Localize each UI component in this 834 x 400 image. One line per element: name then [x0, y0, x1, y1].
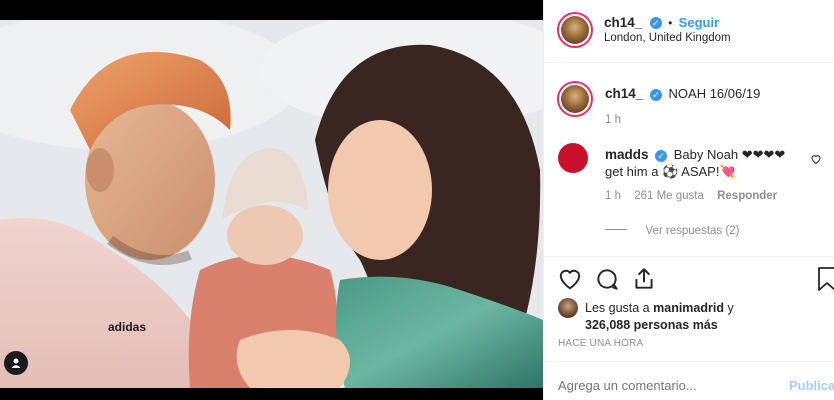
- caption-avatar[interactable]: [557, 81, 593, 117]
- actions-divider: [544, 256, 834, 257]
- comment-box-divider: [544, 361, 834, 362]
- comment-time[interactable]: 1 h: [605, 190, 621, 202]
- family-photo-illustration: [0, 20, 543, 388]
- verified-icon: ✓: [655, 149, 668, 162]
- separator-dot: •: [668, 18, 673, 30]
- verified-icon: ✓: [649, 16, 662, 29]
- user-tag-icon[interactable]: [4, 351, 28, 375]
- comment-like-heart-icon[interactable]: [810, 152, 822, 170]
- comment-icon[interactable]: [594, 266, 620, 297]
- caption-username[interactable]: ch14_: [605, 86, 643, 101]
- reply-button[interactable]: Responder: [717, 190, 777, 202]
- replies-line: [605, 229, 627, 231]
- commenter-username[interactable]: madds: [605, 147, 649, 162]
- heart-icon[interactable]: [557, 266, 583, 297]
- caption-time[interactable]: 1 h: [605, 114, 621, 126]
- liker-avatar[interactable]: [558, 298, 578, 318]
- comment-likes[interactable]: 261 Me gusta: [634, 190, 704, 202]
- follow-button[interactable]: Seguir: [679, 15, 719, 30]
- comment-text-line1: Baby Noah ❤❤❤❤: [673, 147, 786, 162]
- post-location[interactable]: London, United Kingdom: [604, 32, 731, 44]
- post-header: ch14_ ✓ • Seguir London, United Kingdom: [544, 0, 834, 62]
- caption-text: NOAH 16/06/19: [668, 86, 761, 101]
- view-replies-button[interactable]: Ver respuestas (2): [605, 221, 739, 239]
- author-avatar[interactable]: [557, 12, 593, 48]
- likes-suffix: y: [727, 301, 734, 315]
- author-username[interactable]: ch14_: [604, 15, 642, 30]
- header-divider: [544, 62, 834, 63]
- verified-icon: ✓: [649, 88, 662, 101]
- photo-image: adidas: [0, 20, 543, 388]
- shirt-logo: adidas: [108, 320, 147, 334]
- view-replies-label: Ver respuestas (2): [645, 225, 740, 237]
- comment-input[interactable]: [558, 374, 778, 396]
- post-photo[interactable]: adidas: [0, 0, 543, 400]
- share-icon[interactable]: [631, 266, 657, 297]
- comment-text-line2: get him a ⚽ ASAP!💘: [605, 164, 736, 179]
- publish-button[interactable]: Publicar: [789, 378, 834, 393]
- likes-count[interactable]: 326,088 personas más: [585, 317, 734, 334]
- likes-prefix: Les gusta a: [585, 301, 650, 315]
- commenter-avatar[interactable]: [558, 143, 588, 173]
- post-timestamp[interactable]: HACE UNA HORA: [558, 338, 643, 349]
- bookmark-icon[interactable]: [816, 266, 834, 297]
- post-sidebar: ch14_ ✓ • Seguir London, United Kingdom …: [543, 0, 834, 400]
- liker-username[interactable]: manimadrid: [653, 301, 724, 315]
